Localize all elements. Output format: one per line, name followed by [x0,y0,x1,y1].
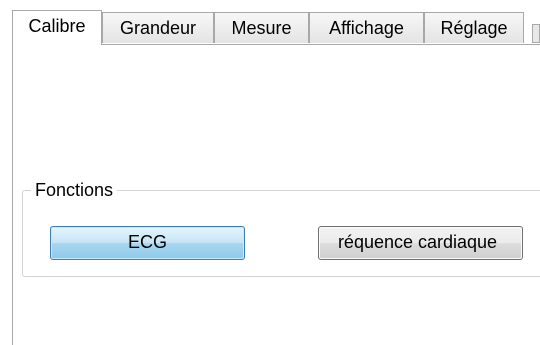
frequence-cardiaque-button[interactable]: réquence cardiaque [318,226,523,260]
tab-reglage[interactable]: Réglage [424,12,524,43]
tab-calibre[interactable]: Calibre [12,10,102,45]
tab-affichage[interactable]: Affichage [309,12,424,43]
tab-mesure[interactable]: Mesure [214,12,309,43]
tab-label: Grandeur [119,18,197,38]
tab-scroll-button[interactable] [532,24,540,43]
frequence-cardiaque-button-label: réquence cardiaque [337,232,498,252]
ecg-button[interactable]: ECG [50,226,245,260]
tab-label: Calibre [28,16,86,36]
tab-label: Mesure [231,18,292,38]
ecg-button-label: ECG [127,232,167,252]
tab-grandeur[interactable]: Grandeur [102,12,214,43]
tab-label: Affichage [329,18,404,38]
tab-label: Réglage [440,18,508,38]
group-legend: Fonctions [31,179,118,201]
